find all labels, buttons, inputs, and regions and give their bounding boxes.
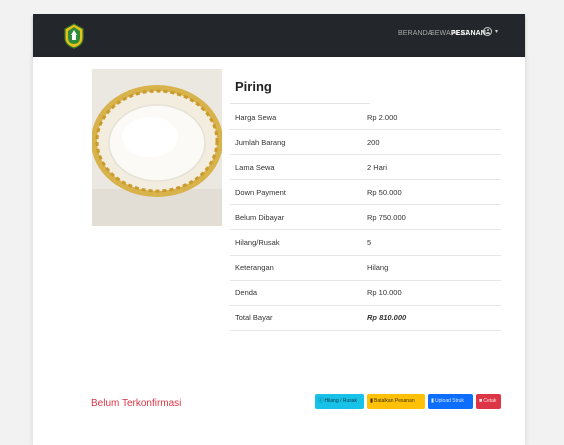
product-title: Piring <box>235 79 272 94</box>
title-divider <box>230 103 370 104</box>
user-circle-icon <box>483 27 492 36</box>
nav-pesanan[interactable]: PESANAN <box>451 30 486 37</box>
table-row: Harga Sewa Rp 2.000 <box>230 105 501 131</box>
nav-beranda[interactable]: BERANDA <box>398 30 433 37</box>
row-label: Jumlah Barang <box>230 129 367 156</box>
row-value: Rp 10.000 <box>367 280 501 306</box>
user-menu[interactable]: ▾ <box>483 27 498 36</box>
table-row: Jumlah Barang 200 <box>230 129 501 156</box>
table-row: Down Payment Rp 50.000 <box>230 179 501 206</box>
row-value: 2 Hari <box>367 154 501 181</box>
table-row: Hilang/Rusak 5 <box>230 229 501 256</box>
trash-icon: ▮ <box>370 398 374 404</box>
order-details-table: Harga Sewa Rp 2.000 Jumlah Barang 200 La… <box>230 105 501 331</box>
row-label: Harga Sewa <box>230 105 367 131</box>
navbar: BERANDA SEWA ALAT PESANAN ▾ <box>33 14 525 57</box>
button-label: Hilang / Rusak <box>324 398 358 404</box>
total-value: Rp 810.000 <box>367 305 501 331</box>
row-value: Rp 750.000 <box>367 204 501 231</box>
table-row-total: Total Bayar Rp 810.000 <box>230 305 501 331</box>
table-row: Belum Dibayar Rp 750.000 <box>230 204 501 231</box>
table-row: Lama Sewa 2 Hari <box>230 154 501 181</box>
upload-icon: ▮ <box>431 398 435 404</box>
row-value: Rp 2.000 <box>367 105 501 131</box>
info-circle-icon: ⓘ <box>318 398 324 404</box>
order-detail-card: Piring Harga Sewa Rp 2.000 Jumlah Barang… <box>33 57 525 445</box>
button-label: Upload Struk <box>435 398 464 404</box>
print-button[interactable]: ■ Cetak <box>476 394 501 409</box>
status-text: Belum Terkonfirmasi <box>91 398 182 409</box>
table-row: Keterangan Hilang <box>230 255 501 281</box>
printer-icon: ■ <box>479 398 483 404</box>
button-label: Batalkan Pesanan <box>374 398 415 404</box>
caret-down-icon: ▾ <box>495 29 499 35</box>
row-label: Total Bayar <box>230 305 367 331</box>
row-label: Belum Dibayar <box>230 204 367 231</box>
product-image <box>92 69 222 226</box>
row-value: Rp 50.000 <box>367 179 501 206</box>
row-label: Lama Sewa <box>230 154 367 181</box>
row-value: 200 <box>367 129 501 156</box>
lost-damaged-button[interactable]: ⓘ Hilang / Rusak <box>315 394 364 409</box>
regency-emblem-icon[interactable] <box>63 23 85 49</box>
row-label: Down Payment <box>230 179 367 206</box>
row-label: Keterangan <box>230 255 367 281</box>
row-label: Denda <box>230 280 367 306</box>
row-value: Hilang <box>367 255 501 281</box>
row-value: 5 <box>367 229 501 256</box>
upload-receipt-button[interactable]: ▮ Upload Struk <box>428 394 473 409</box>
button-label: Cetak <box>483 398 497 404</box>
cancel-order-button[interactable]: ▮ Batalkan Pesanan <box>367 394 425 409</box>
row-label: Hilang/Rusak <box>230 229 367 256</box>
table-row: Denda Rp 10.000 <box>230 280 501 306</box>
